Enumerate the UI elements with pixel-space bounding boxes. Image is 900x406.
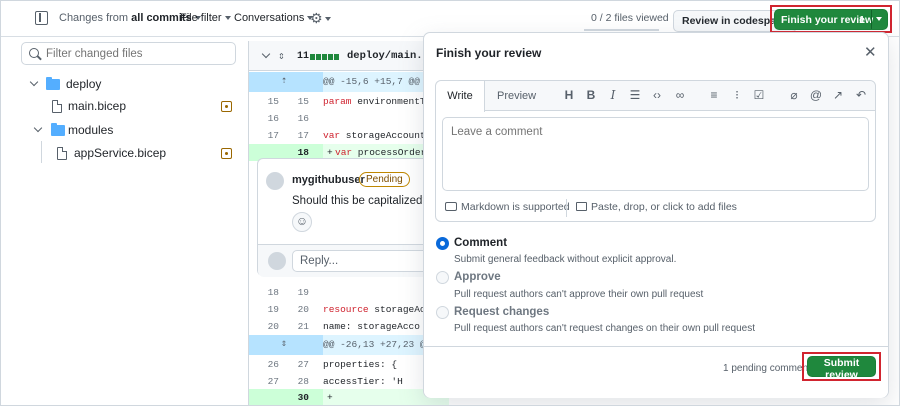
chevron-down-icon — [224, 16, 231, 21]
avatar[interactable] — [266, 172, 284, 190]
files-viewed-count: 0 / 2 files viewed — [591, 12, 669, 24]
cross-reference-icon[interactable]: ↗ — [831, 88, 845, 102]
finish-review-popover: Finish your review ✕ Write Preview H B I… — [423, 32, 889, 398]
folder-icon — [46, 77, 60, 90]
avatar — [268, 252, 286, 270]
collapse-icon[interactable] — [261, 49, 271, 59]
diff-line: 27 28 accessTier: 'H — [267, 376, 403, 387]
tab-preview[interactable]: Preview — [497, 90, 536, 102]
diff-line: 17 17 var storageAccount — [267, 130, 426, 141]
markdown-icon — [445, 202, 457, 211]
diff-line-added: 30 + — [249, 389, 449, 405]
link-icon[interactable]: ∞ — [673, 88, 687, 102]
comment-body: Should this be capitalized? — [292, 195, 429, 207]
submit-review-button[interactable]: Submit review — [807, 356, 876, 381]
pull-request-files-view: Changes from all commits File filter Con… — [0, 0, 900, 406]
chevron-down-icon — [33, 123, 43, 133]
comment-author[interactable]: mygithubuser — [292, 174, 365, 186]
tab-write[interactable]: Write — [436, 81, 485, 112]
file-icon — [52, 100, 62, 113]
pending-count-badge: 1 — [859, 14, 865, 26]
expand-both-icon[interactable]: ⇕ — [281, 335, 287, 355]
expand-all-icon[interactable]: ⇕ — [278, 49, 285, 63]
comment-textarea[interactable] — [442, 117, 869, 191]
sidebar-toggle-icon[interactable] — [35, 11, 48, 25]
comment-editor: Write Preview H B I ☰ ‹› ∞ ≡ ⁝ ☑ ⌀ @ ↗ ↶… — [435, 80, 876, 222]
tree-item-modules[interactable]: modules — [29, 122, 239, 140]
undo-icon[interactable]: ↶ — [854, 88, 868, 102]
file-modified-icon — [221, 148, 232, 159]
folder-icon — [51, 123, 65, 136]
bulleted-list-icon[interactable]: ⁝ — [730, 88, 744, 102]
tree-item-appservice-bicep[interactable]: appService.bicep — [54, 145, 239, 163]
gear-icon[interactable]: ⚙ — [310, 10, 331, 27]
editor-footer: Markdown is supported Paste, drop, or cl… — [436, 199, 875, 221]
hunk-header: ⇡ @@ -15,6 +15,7 @@ — [249, 72, 449, 92]
close-icon[interactable]: ✕ — [864, 43, 877, 61]
diff-view: ⇕ 11 deploy/main.bice ⇡ @@ -15,6 +15,7 @… — [248, 41, 452, 405]
pending-badge: Pending — [359, 172, 410, 187]
file-icon — [57, 147, 67, 160]
add-reaction-icon[interactable]: ☺ — [292, 212, 312, 232]
chevron-down-icon — [324, 17, 331, 22]
file-modified-icon — [221, 101, 232, 112]
expand-up-icon[interactable]: ⇡ — [281, 72, 287, 92]
markdown-link[interactable]: Markdown is supported — [445, 201, 570, 213]
popover-title: Finish your review — [436, 46, 542, 60]
tree-item-deploy[interactable]: deploy — [29, 76, 239, 94]
code-icon[interactable]: ‹› — [650, 88, 664, 102]
review-comment-thread: mygithubuser Pending Should this be capi… — [257, 158, 452, 277]
files-viewed-progress — [584, 29, 659, 31]
diff-line: 26 27 properties: { — [267, 359, 398, 370]
heading-icon[interactable]: H — [562, 88, 576, 102]
chevron-down-icon — [29, 77, 39, 87]
task-list-icon[interactable]: ☑ — [752, 88, 766, 102]
tree-item-main-bicep[interactable]: main.bicep — [49, 98, 239, 116]
diff-line: 19 20 resource storageAcc — [267, 304, 432, 315]
radio-request-changes[interactable] — [436, 306, 449, 319]
editor-toolbar: Write Preview H B I ☰ ‹› ∞ ≡ ⁝ ☑ ⌀ @ ↗ ↶ — [436, 81, 875, 112]
filter-files[interactable] — [21, 42, 236, 65]
diff-file-header: ⇕ 11 deploy/main.bice — [249, 41, 449, 71]
quote-icon[interactable]: ☰ — [628, 88, 642, 102]
diff-line: 15 15 param environmentT — [267, 96, 426, 107]
radio-comment[interactable] — [436, 237, 449, 250]
italic-icon[interactable]: I — [606, 88, 620, 102]
radio-approve[interactable] — [436, 271, 449, 284]
conversations-menu[interactable]: Conversations — [234, 12, 314, 24]
hunk-header: ⇕ @@ -26,13 +27,23 @ — [249, 335, 449, 355]
file-filter-menu[interactable]: File filter — [180, 12, 231, 24]
bold-icon[interactable]: B — [584, 88, 598, 102]
diff-line: 16 16 — [267, 113, 309, 124]
diff-line: 20 21 name: storageAcco — [267, 321, 420, 332]
image-icon — [576, 202, 587, 211]
popover-footer: 1 pending comment Submit review — [424, 346, 888, 398]
attach-files-button[interactable]: Paste, drop, or click to add files — [576, 201, 737, 213]
pending-comment-count: 1 pending comment — [723, 363, 811, 374]
filter-files-input[interactable] — [46, 46, 231, 61]
reply-area: Reply... — [258, 245, 452, 277]
finish-review-button[interactable]: Finish your review 1 — [774, 9, 888, 30]
mention-icon[interactable]: @ — [809, 88, 823, 102]
diff-line: 18 19 — [267, 287, 309, 298]
numbered-list-icon[interactable]: ≡ — [707, 88, 721, 102]
attach-icon[interactable]: ⌀ — [787, 88, 801, 102]
chevron-down-icon — [876, 17, 882, 21]
search-icon — [29, 48, 39, 58]
diffstat-bars — [310, 53, 340, 64]
